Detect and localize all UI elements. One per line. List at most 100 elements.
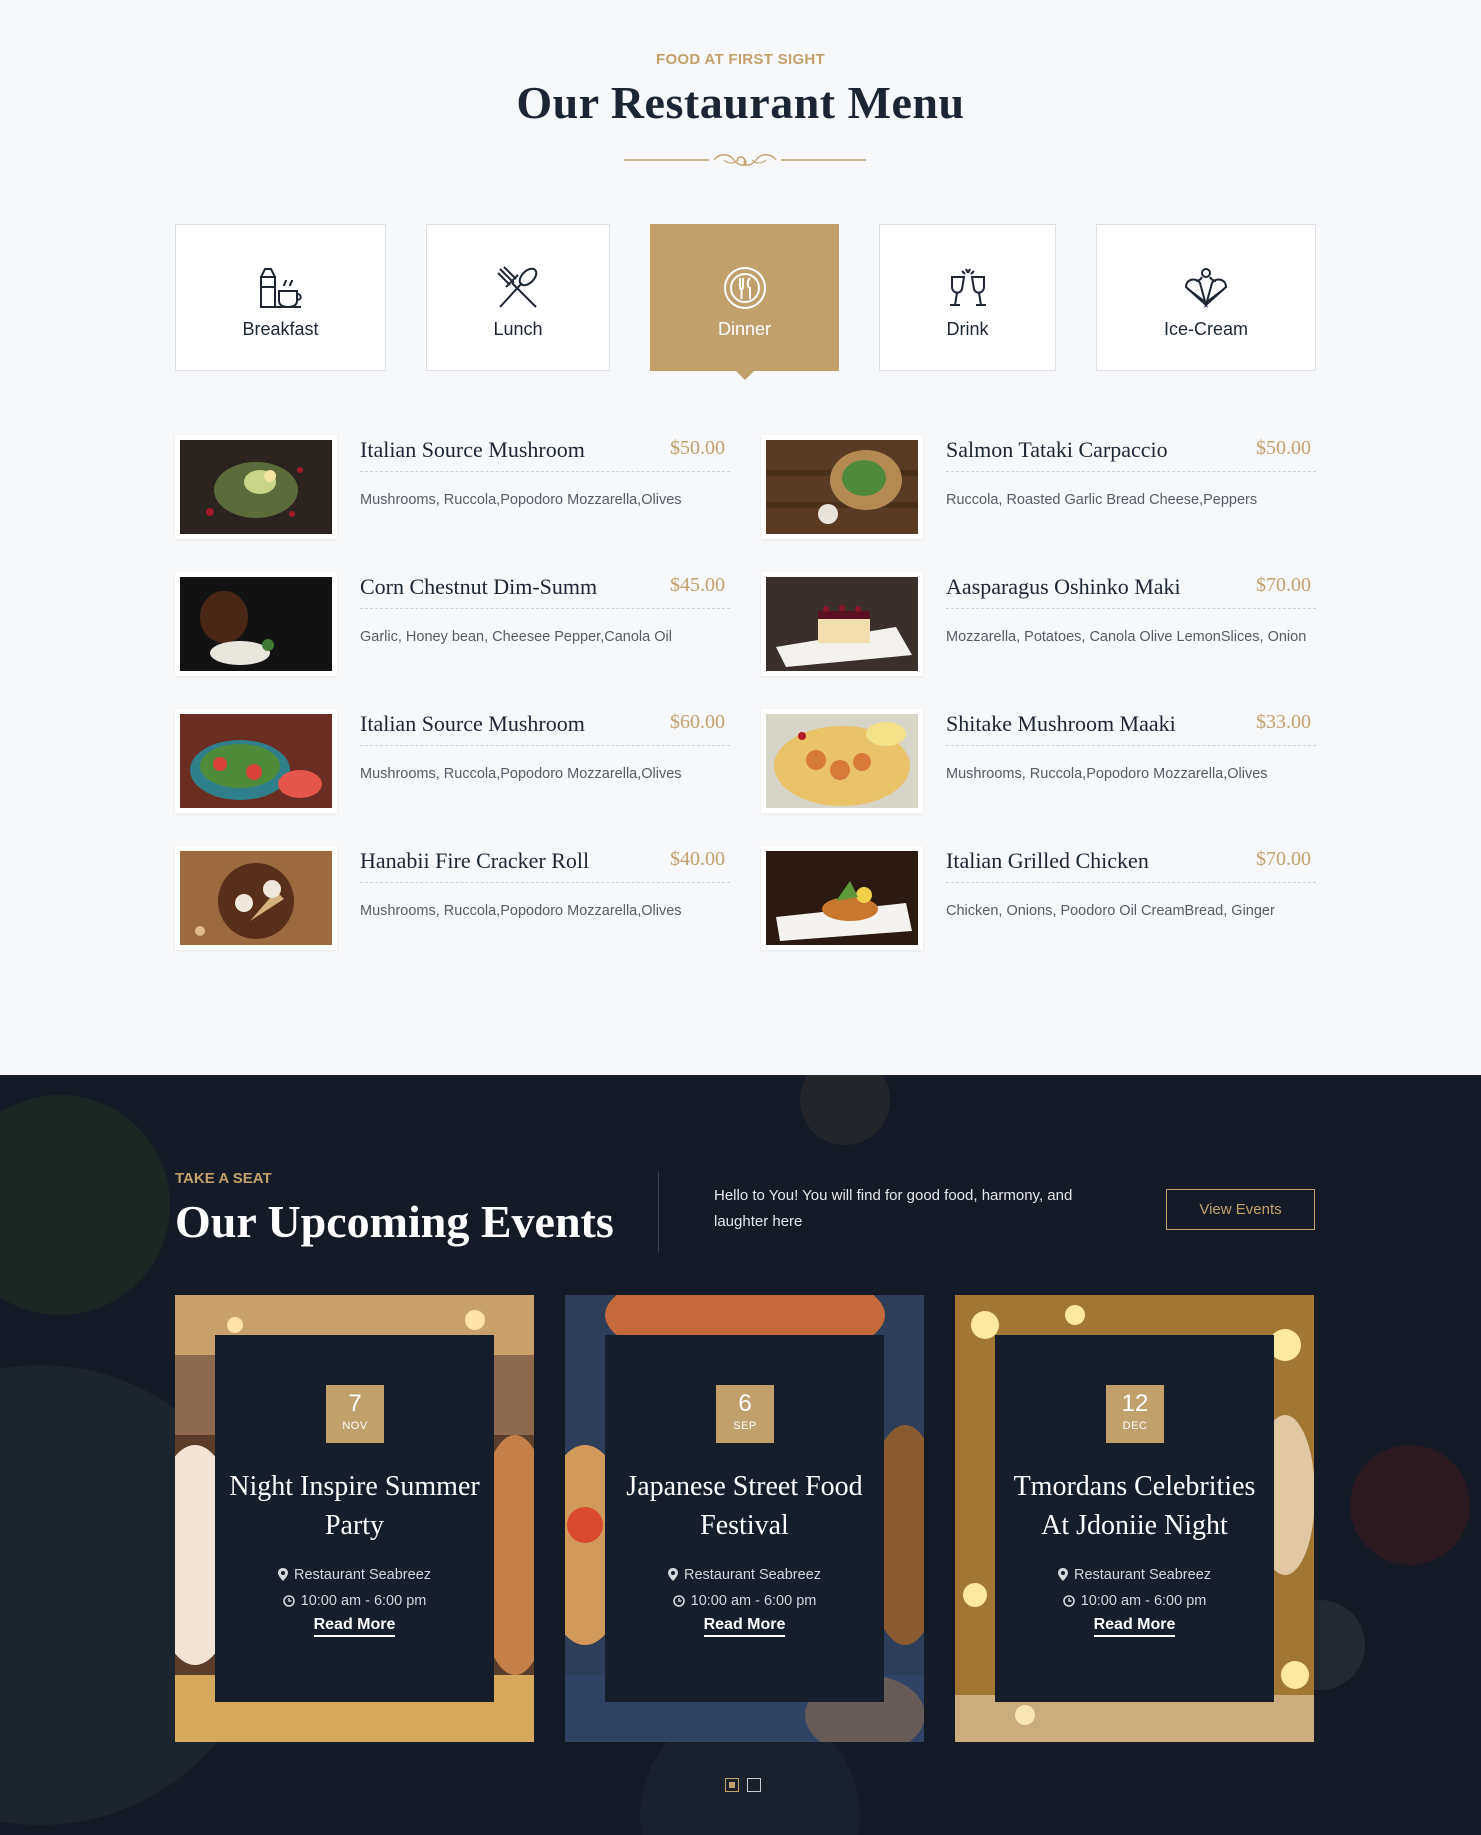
dish-price: $70.00 — [1256, 574, 1311, 596]
dish-description: Ruccola, Roasted Garlic Bread Cheese,Pep… — [946, 492, 1258, 508]
event-card[interactable]: 7 NOV Night Inspire Summer Party Restaur… — [175, 1295, 534, 1742]
dish-divider — [360, 745, 730, 746]
read-more-link[interactable]: Read More — [995, 1616, 1274, 1637]
dish-item[interactable]: Italian Grilled Chicken $70.00 Chicken, … — [761, 846, 1316, 950]
dish-name: Italian Source Mushroom — [360, 437, 585, 462]
dish-description: Chicken, Onions, Poodoro Oil CreamBread,… — [946, 903, 1275, 919]
wine-glasses-icon — [949, 268, 986, 306]
dish-image — [766, 851, 918, 945]
dish-item[interactable]: Aasparagus Oshinko Maki $70.00 Mozzarell… — [761, 572, 1316, 676]
tab-label: Ice-Cream — [1163, 319, 1248, 339]
dish-name: Shitake Mushroom Maaki — [946, 711, 1176, 736]
events-carousel: 7 NOV Night Inspire Summer Party Restaur… — [175, 1295, 1316, 1742]
dish-price: $50.00 — [670, 437, 725, 459]
dish-divider — [946, 608, 1316, 609]
dish-price: $45.00 — [670, 574, 725, 596]
dish-description: Garlic, Honey bean, Cheesee Pepper,Canol… — [360, 629, 672, 645]
dish-divider — [360, 608, 730, 609]
tab-ice-cream[interactable]: Ice-Cream — [1096, 224, 1316, 371]
dish-photo — [761, 435, 923, 539]
map-pin-icon — [277, 1568, 288, 1581]
tab-label: Lunch — [493, 319, 543, 339]
map-pin-icon — [1057, 1568, 1068, 1581]
dish-photo — [175, 846, 337, 950]
view-events-button[interactable]: View Events — [1166, 1189, 1315, 1230]
menu-section: FOOD AT FIRST SIGHT Our Restaurant Menu … — [0, 0, 1481, 1075]
dish-image — [766, 440, 918, 534]
tab-drink[interactable]: Drink — [879, 224, 1056, 371]
event-location-text: Restaurant Seabreez — [1073, 1567, 1212, 1583]
event-day: 7 — [348, 1390, 362, 1417]
menu-category-tabs: Breakfast Lunch Dinner Drink Ice-Cream — [175, 224, 1316, 380]
event-card-panel: 7 NOV Night Inspire Summer Party Restaur… — [215, 1335, 494, 1702]
dish-name: Italian Source Mushroom — [360, 711, 585, 736]
dish-price: $40.00 — [670, 848, 725, 870]
dish-description: Mozzarella, Potatoes, Canola Olive Lemon… — [946, 629, 1307, 645]
event-time: 10:00 am - 6:00 pm — [215, 1593, 494, 1609]
read-more-label[interactable]: Read More — [703, 1616, 786, 1637]
dish-item[interactable]: Italian Source Mushroom $50.00 Mushrooms… — [175, 435, 730, 539]
event-day: 6 — [738, 1390, 752, 1417]
tab-dinner[interactable]: Dinner — [650, 224, 839, 380]
dish-item[interactable]: Corn Chestnut Dim-Summ $45.00 Garlic, Ho… — [175, 572, 730, 676]
event-date-badge: 7 NOV — [326, 1385, 384, 1443]
dish-divider — [946, 471, 1316, 472]
menu-title: Our Restaurant Menu — [516, 77, 965, 128]
dish-name: Italian Grilled Chicken — [946, 848, 1149, 873]
event-card[interactable]: 6 SEP Japanese Street Food Festival Rest… — [565, 1295, 924, 1742]
event-time-text: 10:00 am - 6:00 pm — [300, 1593, 427, 1609]
dish-price: $50.00 — [1256, 437, 1311, 459]
tab-lunch[interactable]: Lunch — [426, 224, 610, 371]
dish-photo — [175, 709, 337, 813]
tab-breakfast[interactable]: Breakfast — [175, 224, 386, 371]
event-time-text: 10:00 am - 6:00 pm — [1080, 1593, 1207, 1609]
dish-photo — [761, 572, 923, 676]
event-title: Japanese Street Food Festival — [626, 1471, 863, 1541]
breakfast-icon — [259, 268, 302, 309]
dinner-plate-icon — [723, 267, 766, 309]
event-card[interactable]: 12 DEC Tmordans Celebrities At Jdoniie N… — [955, 1295, 1314, 1742]
event-day: 12 — [1121, 1390, 1149, 1417]
carousel-dot-1[interactable] — [725, 1778, 739, 1792]
clock-icon — [1062, 1595, 1075, 1607]
dish-item[interactable]: Hanabii Fire Cracker Roll $40.00 Mushroo… — [175, 846, 730, 950]
dish-name: Hanabii Fire Cracker Roll — [360, 848, 590, 873]
dish-item[interactable]: Salmon Tataki Carpaccio $50.00 Ruccola, … — [761, 435, 1316, 539]
dish-photo — [761, 709, 923, 813]
event-card-panel: 12 DEC Tmordans Celebrities At Jdoniie N… — [995, 1335, 1274, 1702]
dish-divider — [946, 882, 1316, 883]
dish-name: Aasparagus Oshinko Maki — [946, 574, 1181, 599]
dish-divider — [946, 745, 1316, 746]
menu-eyebrow: FOOD AT FIRST SIGHT — [655, 51, 826, 68]
dish-description: Mushrooms, Ruccola,Popodoro Mozzarella,O… — [360, 492, 682, 508]
dish-image — [180, 440, 332, 534]
read-more-link[interactable]: Read More — [215, 1616, 494, 1637]
event-card-panel: 6 SEP Japanese Street Food Festival Rest… — [605, 1335, 884, 1702]
ice-cream-icon — [1184, 268, 1228, 309]
dish-item[interactable]: Italian Source Mushroom $60.00 Mushrooms… — [175, 709, 730, 813]
carousel-dot-2[interactable] — [747, 1778, 761, 1792]
read-more-label[interactable]: Read More — [313, 1616, 396, 1637]
event-date-badge: 6 SEP — [716, 1385, 774, 1443]
event-time: 10:00 am - 6:00 pm — [605, 1593, 884, 1609]
read-more-link[interactable]: Read More — [605, 1616, 884, 1637]
dish-image — [180, 577, 332, 671]
tab-label: Dinner — [717, 319, 772, 339]
dish-description: Mushrooms, Ruccola,Popodoro Mozzarella,O… — [360, 766, 682, 782]
dish-image — [180, 714, 332, 808]
event-location-text: Restaurant Seabreez — [293, 1567, 432, 1583]
event-title: Night Inspire Summer Party — [229, 1471, 480, 1541]
dish-price: $70.00 — [1256, 848, 1311, 870]
read-more-label[interactable]: Read More — [1093, 1616, 1176, 1637]
tab-label: Breakfast — [242, 319, 319, 339]
ornament-divider-icon — [624, 154, 866, 166]
events-section: TAKE A SEAT Our Upcoming Events Hello to… — [0, 1075, 1481, 1835]
dish-price: $60.00 — [670, 711, 725, 733]
event-date-badge: 12 DEC — [1106, 1385, 1164, 1443]
event-month: DEC — [1122, 1420, 1148, 1432]
clock-icon — [672, 1595, 685, 1607]
dish-divider — [360, 471, 730, 472]
dish-description: Mushrooms, Ruccola,Popodoro Mozzarella,O… — [946, 766, 1268, 782]
dish-image — [180, 851, 332, 945]
dish-item[interactable]: Shitake Mushroom Maaki $33.00 Mushrooms,… — [761, 709, 1316, 813]
